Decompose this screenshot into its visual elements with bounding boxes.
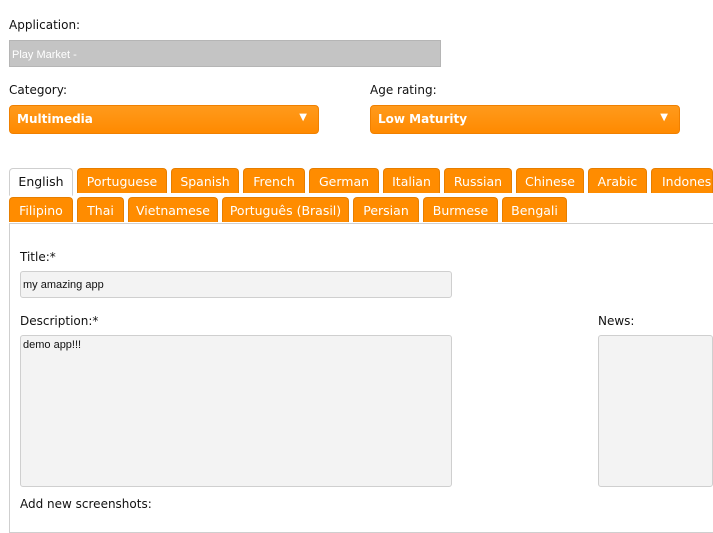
tab-german[interactable]: German (309, 168, 379, 193)
tab-russian[interactable]: Russian (444, 168, 512, 193)
tab-vietnamese[interactable]: Vietnamese (128, 197, 218, 222)
tab-indonesian[interactable]: Indonesi (651, 168, 713, 193)
category-select[interactable]: Multimedia ▼ (9, 105, 319, 134)
tab-portugues-brasil[interactable]: Português (Brasil) (222, 197, 349, 222)
tab-burmese[interactable]: Burmese (423, 197, 498, 222)
application-label: Application: (9, 18, 81, 32)
description-textarea[interactable]: demo app!!! (20, 335, 452, 487)
description-label: Description:* (20, 314, 99, 328)
tab-filipino[interactable]: Filipino (9, 197, 73, 222)
tab-spanish[interactable]: Spanish (171, 168, 239, 193)
title-input[interactable]: my amazing app (20, 271, 452, 298)
triangle-down-icon: ▼ (660, 112, 668, 123)
tab-english[interactable]: English (9, 168, 73, 196)
news-textarea[interactable] (598, 335, 713, 487)
tab-chinese[interactable]: Chinese (516, 168, 584, 193)
category-label: Category: (9, 83, 67, 97)
tab-persian[interactable]: Persian (353, 197, 419, 222)
age-rating-selected-value: Low Maturity (378, 112, 468, 126)
category-selected-value: Multimedia (17, 112, 93, 126)
title-label: Title:* (20, 250, 56, 264)
tab-french[interactable]: French (243, 168, 305, 193)
age-rating-select[interactable]: Low Maturity ▼ (370, 105, 680, 134)
age-rating-label: Age rating: (370, 83, 437, 97)
tab-thai[interactable]: Thai (77, 197, 124, 222)
tab-portuguese[interactable]: Portuguese (77, 168, 167, 193)
tab-arabic[interactable]: Arabic (588, 168, 647, 193)
tab-italian[interactable]: Italian (383, 168, 440, 193)
application-field: Play Market - (9, 40, 441, 67)
tab-bengali[interactable]: Bengali (502, 197, 567, 222)
news-label: News: (598, 314, 635, 328)
triangle-down-icon: ▼ (299, 112, 307, 123)
add-screenshots-label: Add new screenshots: (20, 497, 152, 511)
